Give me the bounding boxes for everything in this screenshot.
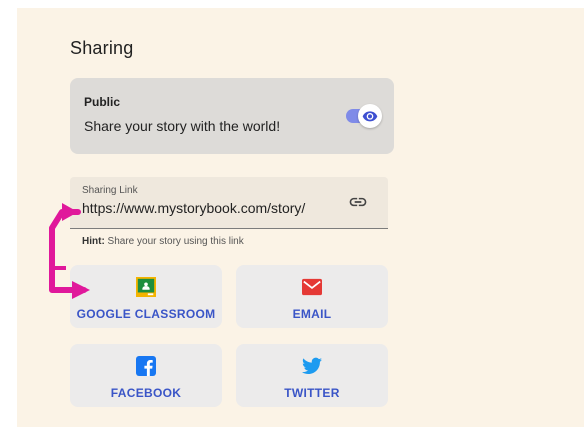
email-icon — [302, 277, 322, 297]
google-classroom-icon — [136, 277, 156, 297]
hint-text: Share your story using this link — [104, 236, 244, 247]
sharing-link-field: Sharing Link — [70, 177, 388, 229]
email-label: EMAIL — [292, 307, 332, 321]
facebook-button[interactable]: FACEBOOK — [70, 344, 222, 407]
page-title: Sharing — [70, 38, 134, 58]
public-setting-card: Public Share your story with the world! — [70, 78, 394, 154]
google-classroom-button[interactable]: GOOGLE CLASSROOM — [70, 265, 222, 328]
copy-link-button[interactable] — [348, 195, 368, 209]
twitter-icon — [302, 356, 322, 376]
facebook-icon — [136, 356, 156, 376]
facebook-label: FACEBOOK — [110, 386, 182, 400]
eye-icon — [362, 111, 378, 122]
twitter-button[interactable]: TWITTER — [236, 344, 388, 407]
link-icon — [349, 197, 367, 207]
sharing-link-hint: Hint: Share your story using this link — [82, 236, 244, 247]
sharing-link-label: Sharing Link — [82, 185, 138, 196]
hint-prefix: Hint: — [82, 236, 105, 247]
toggle-knob — [358, 104, 382, 128]
twitter-label: TWITTER — [284, 386, 340, 400]
sharing-link-input[interactable] — [82, 200, 334, 216]
public-label: Public — [84, 95, 121, 109]
public-description: Share your story with the world! — [84, 118, 281, 134]
email-button[interactable]: EMAIL — [236, 265, 388, 328]
public-toggle[interactable] — [346, 104, 382, 128]
google-classroom-label: GOOGLE CLASSROOM — [76, 307, 216, 321]
